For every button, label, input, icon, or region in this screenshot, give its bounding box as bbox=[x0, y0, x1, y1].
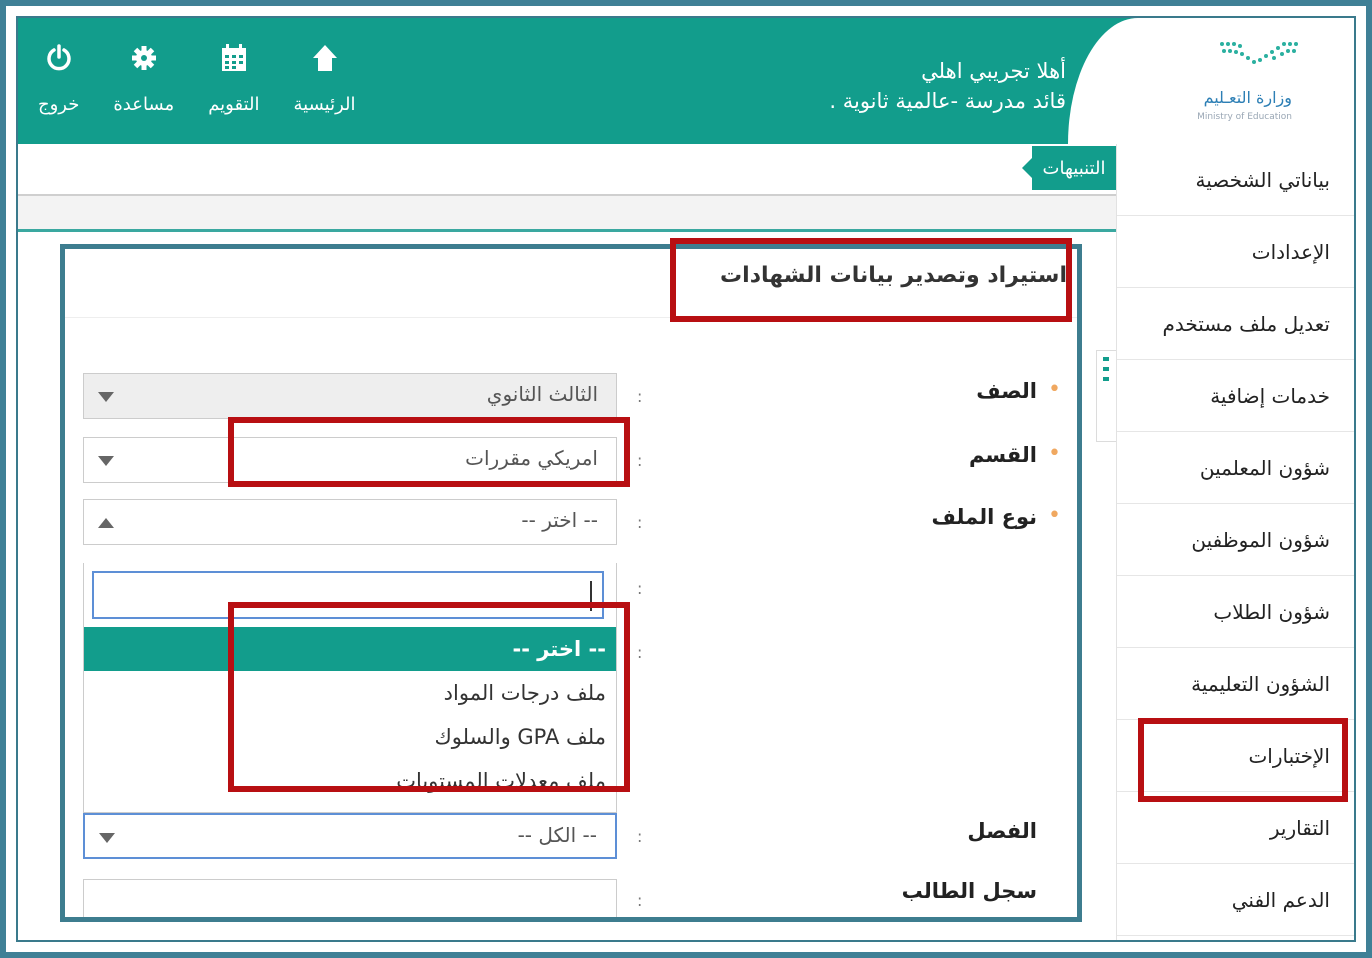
welcome-name: أهلا تجريبي اهلي bbox=[921, 59, 1066, 83]
nav-logout[interactable]: خروج bbox=[38, 40, 79, 130]
sidebar-item-label: شؤون الطلاب bbox=[1213, 599, 1330, 624]
required-marker: • bbox=[1048, 441, 1061, 466]
highlight-options bbox=[228, 602, 630, 792]
semester-row: الفصل : -- الكل -- bbox=[65, 813, 1077, 859]
sidebar-item-extra-services[interactable]: خدمات إضافية bbox=[1117, 360, 1354, 432]
sidebar-item-students[interactable]: شؤون الطلاب bbox=[1117, 576, 1354, 648]
sidebar-item-label: الإعدادات bbox=[1251, 239, 1330, 264]
page-frame: وزارة التعـليم Ministry of Education أهل… bbox=[16, 16, 1356, 942]
calendar-icon bbox=[218, 40, 250, 76]
logo-text: وزارة التعـليم bbox=[1203, 88, 1292, 107]
colon: : bbox=[637, 579, 643, 598]
colon: : bbox=[637, 891, 643, 910]
grade-select[interactable]: الثالث الثانوي bbox=[83, 373, 617, 419]
sidebar-item-label: خدمات إضافية bbox=[1210, 383, 1330, 408]
highlight-exams bbox=[1138, 718, 1348, 802]
nav-label: خروج bbox=[38, 94, 80, 115]
menu-bar-icon bbox=[1103, 377, 1109, 381]
file-type-select[interactable]: -- اختر -- bbox=[83, 499, 617, 545]
chevron-down-icon bbox=[98, 392, 114, 402]
logo-dots-icon bbox=[1220, 42, 1298, 64]
sidebar-item-label: بياناتي الشخصية bbox=[1195, 167, 1330, 192]
semester-select[interactable]: -- الكل -- bbox=[83, 813, 617, 859]
ministry-logo: وزارة التعـليم Ministry of Education bbox=[1182, 28, 1342, 138]
sidebar-item-label: شؤون الموظفين bbox=[1191, 527, 1330, 552]
sidebar: بياناتي الشخصية الإعدادات تعديل ملف مستخ… bbox=[1116, 144, 1354, 940]
colon: : bbox=[637, 451, 643, 470]
welcome-role: قائد مدرسة -عالمية ثانوية . bbox=[829, 89, 1066, 113]
menu-bar-icon bbox=[1103, 357, 1109, 361]
semester-value: -- الكل -- bbox=[517, 823, 597, 847]
welcome-text: أهلا تجريبي اهلي قائد مدرسة -عالمية ثانو… bbox=[829, 56, 1066, 116]
required-marker: • bbox=[1048, 377, 1061, 402]
file-type-row: • نوع الملف : -- اختر -- bbox=[65, 499, 1077, 545]
chevron-up-icon bbox=[98, 518, 114, 528]
sub-bar bbox=[18, 196, 1116, 232]
nav-label: التقويم bbox=[208, 94, 260, 115]
nav-label: الرئيسية bbox=[293, 94, 356, 115]
sidebar-item-employees[interactable]: شؤون الموظفين bbox=[1117, 504, 1354, 576]
colon: : bbox=[637, 387, 643, 406]
grade-label: الصف bbox=[976, 379, 1037, 403]
logo-subtext: Ministry of Education bbox=[1197, 112, 1292, 122]
sidebar-item-reports[interactable]: التقارير bbox=[1117, 792, 1354, 864]
nav-home[interactable]: الرئيسية bbox=[294, 40, 356, 130]
highlight-title bbox=[670, 238, 1072, 322]
grade-row: • الصف : الثالث الثانوي bbox=[65, 373, 1077, 419]
colon: : bbox=[637, 513, 643, 532]
sidebar-item-label: تعديل ملف مستخدم bbox=[1162, 311, 1330, 336]
section-label: القسم bbox=[968, 443, 1037, 467]
nav-label: مساعدة bbox=[113, 94, 175, 115]
grade-value: الثالث الثانوي bbox=[486, 382, 598, 406]
sidebar-item-label: الشؤون التعليمية bbox=[1191, 671, 1330, 696]
sidebar-item-edit-user[interactable]: تعديل ملف مستخدم bbox=[1117, 288, 1354, 360]
gear-icon bbox=[128, 40, 160, 76]
menu-bar-icon bbox=[1103, 367, 1109, 371]
home-icon bbox=[309, 40, 341, 76]
top-header: وزارة التعـليم Ministry of Education أهل… bbox=[18, 18, 1354, 144]
student-record-label: سجل الطالب bbox=[901, 879, 1037, 903]
sidebar-item-label: الدعم الفني bbox=[1231, 887, 1330, 912]
chevron-down-icon bbox=[99, 833, 115, 843]
sidebar-item-label: التقارير bbox=[1269, 815, 1330, 840]
file-type-label: نوع الملف bbox=[931, 505, 1037, 529]
highlight-section bbox=[228, 417, 630, 487]
sidebar-item-settings[interactable]: الإعدادات bbox=[1117, 216, 1354, 288]
alerts-tab[interactable]: التنبيهات bbox=[1022, 146, 1116, 190]
sidebar-item-education[interactable]: الشؤون التعليمية bbox=[1117, 648, 1354, 720]
sidebar-toggle[interactable] bbox=[1096, 350, 1116, 442]
sidebar-item-teachers[interactable]: شؤون المعلمين bbox=[1117, 432, 1354, 504]
certificates-panel: استيراد وتصدير بيانات الشهادات • الصف : … bbox=[60, 244, 1082, 922]
top-nav: خروج مساعدة التقويم الرئيسية bbox=[38, 40, 390, 130]
semester-label: الفصل bbox=[967, 819, 1037, 843]
student-record-row: سجل الطالب : bbox=[65, 873, 1077, 917]
sidebar-item-label: شؤون المعلمين bbox=[1199, 455, 1330, 480]
required-marker: • bbox=[1048, 503, 1061, 528]
sidebar-item-personal-data[interactable]: بياناتي الشخصية bbox=[1117, 144, 1354, 216]
nav-calendar[interactable]: التقويم bbox=[208, 40, 260, 130]
colon: : bbox=[637, 827, 643, 846]
alerts-bar: التنبيهات bbox=[18, 144, 1116, 196]
sidebar-item-support[interactable]: الدعم الفني bbox=[1117, 864, 1354, 936]
chevron-down-icon bbox=[98, 456, 114, 466]
nav-help[interactable]: مساعدة bbox=[113, 40, 174, 130]
power-icon bbox=[43, 40, 75, 76]
file-type-value: -- اختر -- bbox=[521, 508, 598, 532]
student-record-input[interactable] bbox=[83, 879, 617, 917]
colon: : bbox=[637, 643, 643, 662]
